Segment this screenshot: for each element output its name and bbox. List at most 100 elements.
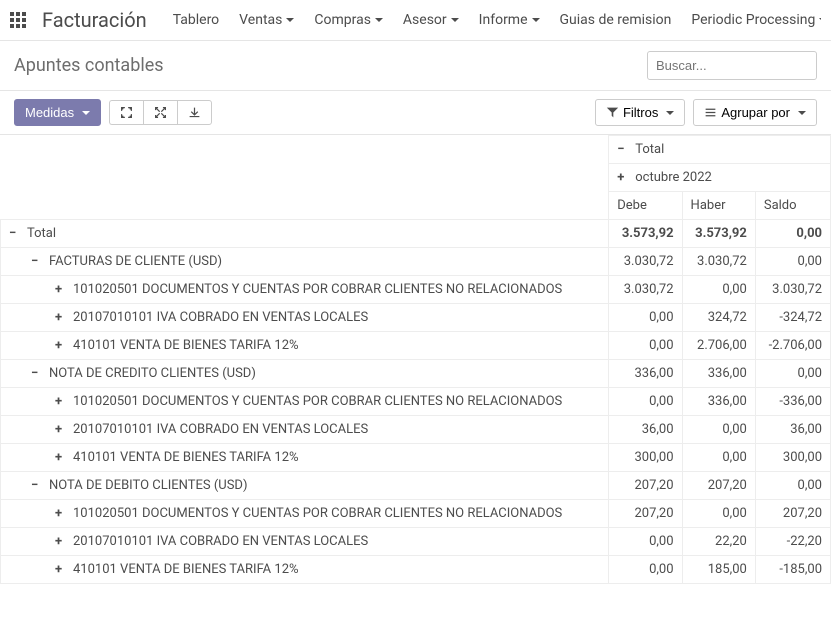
cell-debe[interactable]: 3.030,72 [609, 276, 682, 304]
menu-guias[interactable]: Guias de remision [552, 8, 680, 32]
row-account[interactable]: +101020501 DOCUMENTOS Y CUENTAS POR COBR… [1, 388, 609, 416]
search-input[interactable] [647, 51, 817, 80]
cell-saldo[interactable]: 0,00 [755, 472, 830, 500]
cell-debe[interactable]: 207,20 [609, 500, 682, 528]
row-account[interactable]: +410101 VENTA DE BIENES TARIFA 12% [1, 556, 609, 584]
col-haber[interactable]: Haber [682, 192, 755, 220]
col-debe[interactable]: Debe [609, 192, 682, 220]
download-button[interactable] [177, 100, 212, 125]
cell-saldo[interactable]: -324,72 [755, 304, 830, 332]
cell-haber[interactable]: 336,00 [682, 388, 755, 416]
col-header-period[interactable]: +octubre 2022 [609, 164, 831, 192]
cell-saldo[interactable]: 207,20 [755, 500, 830, 528]
plus-icon: + [55, 282, 67, 297]
cell-debe[interactable]: 300,00 [609, 444, 682, 472]
toolbar: Medidas Filtros Agrupar por [0, 91, 831, 135]
cell-haber[interactable]: 0,00 [682, 416, 755, 444]
cell-saldo[interactable]: 0,00 [755, 220, 830, 248]
plus-icon: + [55, 422, 67, 437]
cell-haber[interactable]: 3.030,72 [682, 248, 755, 276]
row-account[interactable]: +101020501 DOCUMENTOS Y CUENTAS POR COBR… [1, 500, 609, 528]
col-header-total[interactable]: −Total [609, 136, 831, 164]
row-account[interactable]: +101020501 DOCUMENTOS Y CUENTAS POR COBR… [1, 276, 609, 304]
menu-ventas[interactable]: Ventas [231, 8, 302, 32]
row-account[interactable]: +20107010101 IVA COBRADO EN VENTAS LOCAL… [1, 416, 609, 444]
minus-icon: − [617, 142, 629, 157]
menu-tablero[interactable]: Tablero [165, 8, 227, 32]
cell-haber[interactable]: 3.573,92 [682, 220, 755, 248]
table-row: +410101 VENTA DE BIENES TARIFA 12% 300,0… [1, 444, 831, 472]
download-icon [188, 106, 201, 119]
table-row: −NOTA DE DEBITO CLIENTES (USD) 207,20 20… [1, 472, 831, 500]
list-icon [704, 106, 717, 119]
cell-debe[interactable]: 0,00 [609, 528, 682, 556]
table-row: +410101 VENTA DE BIENES TARIFA 12% 0,00 … [1, 556, 831, 584]
table-row: +101020501 DOCUMENTOS Y CUENTAS POR COBR… [1, 276, 831, 304]
menu-periodic[interactable]: Periodic Processing [683, 8, 821, 32]
row-account[interactable]: +20107010101 IVA COBRADO EN VENTAS LOCAL… [1, 304, 609, 332]
cell-haber[interactable]: 207,20 [682, 472, 755, 500]
cell-haber[interactable]: 185,00 [682, 556, 755, 584]
plus-icon: + [55, 450, 67, 465]
row-account[interactable]: +410101 VENTA DE BIENES TARIFA 12% [1, 444, 609, 472]
cell-saldo[interactable]: 0,00 [755, 360, 830, 388]
filters-button[interactable]: Filtros [595, 99, 685, 126]
app-brand[interactable]: Facturación [42, 8, 147, 32]
plus-icon: + [55, 394, 67, 409]
cell-haber[interactable]: 324,72 [682, 304, 755, 332]
menu-asesor[interactable]: Asesor [395, 8, 467, 32]
cell-saldo[interactable]: -185,00 [755, 556, 830, 584]
cell-saldo[interactable]: 36,00 [755, 416, 830, 444]
row-group[interactable]: −FACTURAS DE CLIENTE (USD) [1, 248, 609, 276]
expand-button[interactable] [109, 100, 143, 125]
table-row: +101020501 DOCUMENTOS Y CUENTAS POR COBR… [1, 388, 831, 416]
row-total[interactable]: −Total [1, 220, 609, 248]
cell-haber[interactable]: 2.706,00 [682, 332, 755, 360]
apps-icon[interactable] [10, 12, 26, 28]
row-group[interactable]: −NOTA DE DEBITO CLIENTES (USD) [1, 472, 609, 500]
cell-saldo[interactable]: -22,20 [755, 528, 830, 556]
table-row: +20107010101 IVA COBRADO EN VENTAS LOCAL… [1, 304, 831, 332]
pivot-container[interactable]: −Total +octubre 2022 Debe Haber Saldo −T… [0, 135, 831, 614]
col-saldo[interactable]: Saldo [755, 192, 830, 220]
cell-debe[interactable]: 0,00 [609, 304, 682, 332]
cell-saldo[interactable]: 0,00 [755, 248, 830, 276]
cell-haber[interactable]: 336,00 [682, 360, 755, 388]
measures-button[interactable]: Medidas [14, 99, 101, 126]
menu-compras[interactable]: Compras [306, 8, 391, 32]
top-nav: Facturación Tablero Ventas Compras Aseso… [0, 0, 831, 41]
plus-icon: + [55, 506, 67, 521]
cell-debe[interactable]: 0,00 [609, 332, 682, 360]
cell-debe[interactable]: 0,00 [609, 388, 682, 416]
fullscreen-button[interactable] [143, 100, 177, 125]
cell-saldo[interactable]: 300,00 [755, 444, 830, 472]
cell-haber[interactable]: 0,00 [682, 500, 755, 528]
cell-saldo[interactable]: -2.706,00 [755, 332, 830, 360]
view-actions-group [109, 100, 212, 125]
cell-haber[interactable]: 0,00 [682, 276, 755, 304]
chevron-down-icon [666, 111, 674, 115]
menu-informe[interactable]: Informe [471, 8, 548, 32]
cell-debe[interactable]: 36,00 [609, 416, 682, 444]
chevron-down-icon [375, 18, 383, 22]
row-account[interactable]: +410101 VENTA DE BIENES TARIFA 12% [1, 332, 609, 360]
cell-debe[interactable]: 336,00 [609, 360, 682, 388]
table-row: +20107010101 IVA COBRADO EN VENTAS LOCAL… [1, 416, 831, 444]
table-row: −NOTA DE CREDITO CLIENTES (USD) 336,00 3… [1, 360, 831, 388]
cell-saldo[interactable]: -336,00 [755, 388, 830, 416]
minus-icon: − [31, 254, 43, 269]
row-account[interactable]: +20107010101 IVA COBRADO EN VENTAS LOCAL… [1, 528, 609, 556]
groupby-button[interactable]: Agrupar por [693, 99, 817, 126]
cell-debe[interactable]: 3.573,92 [609, 220, 682, 248]
cell-debe[interactable]: 0,00 [609, 556, 682, 584]
cell-saldo[interactable]: 3.030,72 [755, 276, 830, 304]
toolbar-right: Filtros Agrupar por [595, 99, 817, 126]
row-group[interactable]: −NOTA DE CREDITO CLIENTES (USD) [1, 360, 609, 388]
chevron-down-icon [286, 18, 294, 22]
cell-haber[interactable]: 0,00 [682, 444, 755, 472]
cell-debe[interactable]: 3.030,72 [609, 248, 682, 276]
cell-debe[interactable]: 207,20 [609, 472, 682, 500]
minus-icon: − [31, 366, 43, 381]
cell-haber[interactable]: 22,20 [682, 528, 755, 556]
table-row: +101020501 DOCUMENTOS Y CUENTAS POR COBR… [1, 500, 831, 528]
